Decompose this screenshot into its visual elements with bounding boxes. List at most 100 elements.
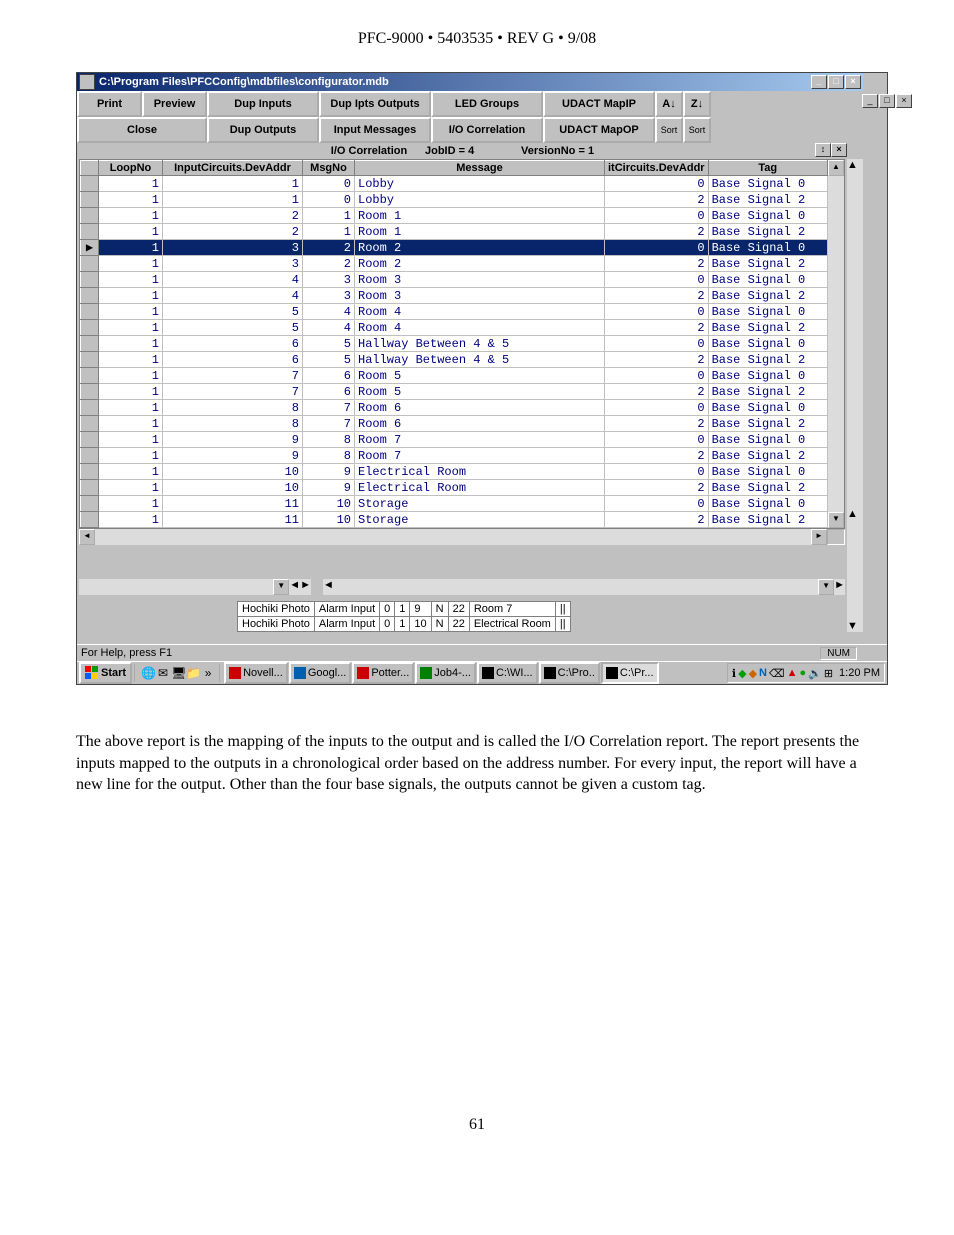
cell[interactable]: Base Signal 0: [708, 496, 827, 512]
table-row[interactable]: Hochiki PhotoAlarm Input019N22Room 7||: [238, 602, 571, 617]
cell[interactable]: 2: [605, 256, 709, 272]
cell[interactable]: 5: [303, 352, 355, 368]
cell[interactable]: 0: [605, 336, 709, 352]
cell[interactable]: Base Signal 2: [708, 320, 827, 336]
tray-icon-8[interactable]: 🔊: [808, 667, 822, 680]
cell[interactable]: 2: [163, 224, 303, 240]
cell[interactable]: 2: [605, 416, 709, 432]
col-loopno[interactable]: LoopNo: [99, 161, 163, 176]
row-selector[interactable]: [81, 496, 99, 512]
panel-close-icon[interactable]: ×: [831, 143, 847, 157]
row-selector[interactable]: [81, 304, 99, 320]
table-row[interactable]: 176Room 50Base Signal 0: [81, 368, 828, 384]
outer-vertical-scrollbar[interactable]: ▲ ▲ ▼: [847, 91, 863, 632]
quick-launch[interactable]: 🌐 ✉ 🖥 📁 »: [139, 666, 217, 680]
row-selector[interactable]: [81, 400, 99, 416]
tray-icon-2[interactable]: ◆: [738, 667, 746, 680]
cell[interactable]: 2: [163, 208, 303, 224]
cell[interactable]: 6: [303, 368, 355, 384]
row-selector[interactable]: [81, 272, 99, 288]
cell[interactable]: 0: [303, 176, 355, 192]
row-selector[interactable]: [81, 512, 99, 528]
table-row[interactable]: 121Room 10Base Signal 0: [81, 208, 828, 224]
taskbar[interactable]: Start 🌐 ✉ 🖥 📁 » Novell...Googl...Potter.…: [77, 661, 887, 684]
cell[interactable]: 0: [605, 464, 709, 480]
cell[interactable]: 0: [303, 192, 355, 208]
cell[interactable]: Electrical Room: [355, 480, 605, 496]
cell[interactable]: 6: [163, 352, 303, 368]
cell[interactable]: 7: [163, 384, 303, 400]
cell[interactable]: Hochiki Photo: [238, 602, 315, 617]
col-tag[interactable]: Tag: [708, 161, 827, 176]
cell[interactable]: 7: [303, 416, 355, 432]
cell[interactable]: 5: [163, 304, 303, 320]
cell[interactable]: Base Signal 0: [708, 400, 827, 416]
cell[interactable]: 3: [163, 256, 303, 272]
pane-left-dropdown-icon[interactable]: ▼: [273, 579, 289, 595]
cell[interactable]: 1: [99, 400, 163, 416]
cell[interactable]: 1: [99, 352, 163, 368]
cell[interactable]: 1: [99, 336, 163, 352]
sort-desc-button[interactable]: Z↓: [683, 91, 711, 117]
print-button[interactable]: Print: [77, 91, 142, 117]
cell[interactable]: Room 3: [355, 272, 605, 288]
cell[interactable]: Base Signal 2: [708, 512, 827, 528]
tray-icon-3[interactable]: ◆: [749, 667, 757, 680]
cell[interactable]: 1: [163, 176, 303, 192]
table-row[interactable]: 165Hallway Between 4 & 52Base Signal 2: [81, 352, 828, 368]
table-row[interactable]: 198Room 72Base Signal 2: [81, 448, 828, 464]
row-selector[interactable]: [81, 224, 99, 240]
sort-asc-label-button[interactable]: Sort: [655, 117, 683, 143]
cell[interactable]: 0: [605, 496, 709, 512]
cell[interactable]: 2: [605, 480, 709, 496]
cell[interactable]: 1: [99, 256, 163, 272]
outer-scroll-up-icon[interactable]: ▲: [847, 159, 863, 171]
outer-maximize-icon[interactable]: □: [879, 94, 895, 108]
cell[interactable]: Base Signal 0: [708, 240, 827, 256]
cell[interactable]: 4: [163, 272, 303, 288]
cell[interactable]: Room 5: [355, 368, 605, 384]
cell[interactable]: 3: [163, 240, 303, 256]
table-row[interactable]: 176Room 52Base Signal 2: [81, 384, 828, 400]
cell[interactable]: Base Signal 0: [708, 432, 827, 448]
cell[interactable]: 0: [380, 602, 395, 617]
cell[interactable]: Room 2: [355, 256, 605, 272]
cell[interactable]: 0: [605, 368, 709, 384]
cell[interactable]: Storage: [355, 512, 605, 528]
cell[interactable]: 1: [99, 448, 163, 464]
cell[interactable]: Lobby: [355, 192, 605, 208]
cell[interactable]: Base Signal 2: [708, 416, 827, 432]
cell[interactable]: 1: [163, 192, 303, 208]
cell[interactable]: 10: [163, 464, 303, 480]
cell[interactable]: 1: [395, 602, 410, 617]
row-selector[interactable]: [81, 320, 99, 336]
table-row[interactable]: 11110Storage2Base Signal 2: [81, 512, 828, 528]
table-row[interactable]: 154Room 42Base Signal 2: [81, 320, 828, 336]
system-tray[interactable]: ℹ ◆ ◆ N ⌫ ▲ ● 🔊 ⊞ 1:20 PM: [727, 663, 885, 683]
cell[interactable]: 1: [99, 416, 163, 432]
cell[interactable]: Room 3: [355, 288, 605, 304]
cell[interactable]: 6: [163, 336, 303, 352]
cell[interactable]: N: [431, 617, 448, 632]
close-icon[interactable]: ×: [845, 75, 861, 89]
panel-restore-icon[interactable]: ↕: [815, 143, 831, 157]
pane-right-dropdown-icon[interactable]: ▼: [818, 579, 834, 595]
cell[interactable]: Base Signal 2: [708, 256, 827, 272]
cell[interactable]: 9: [163, 432, 303, 448]
outer-close-icon[interactable]: ×: [896, 94, 912, 108]
sort-asc-button[interactable]: A↓: [655, 91, 683, 117]
cell[interactable]: Electrical Room: [355, 464, 605, 480]
cell[interactable]: 8: [163, 416, 303, 432]
cell[interactable]: 2: [605, 320, 709, 336]
cell[interactable]: 7: [163, 368, 303, 384]
outer-scroll-down-icon[interactable]: ▼: [847, 620, 863, 632]
cell[interactable]: Room 1: [355, 224, 605, 240]
maximize-icon[interactable]: □: [828, 75, 844, 89]
row-selector[interactable]: [81, 448, 99, 464]
taskbar-task[interactable]: C:\WI...: [477, 662, 538, 684]
cell[interactable]: 1: [303, 208, 355, 224]
cell[interactable]: 2: [605, 384, 709, 400]
row-selector[interactable]: [81, 176, 99, 192]
cell[interactable]: Base Signal 0: [708, 464, 827, 480]
cell[interactable]: ||: [555, 617, 570, 632]
